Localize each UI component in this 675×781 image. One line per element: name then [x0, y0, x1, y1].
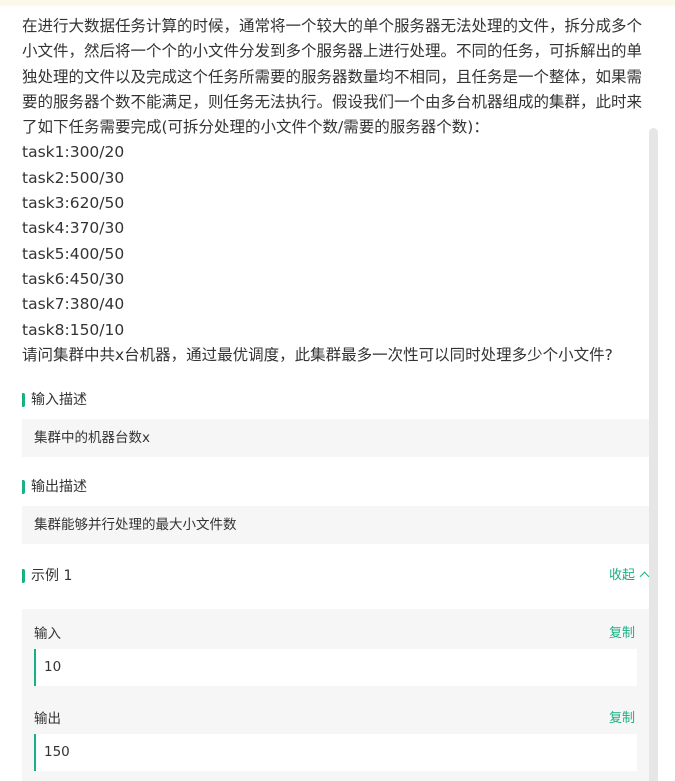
- example-heading: 示例 1: [22, 566, 72, 586]
- input-description-heading: 输入描述: [22, 390, 87, 410]
- example-input-label: 输入: [34, 626, 61, 642]
- example-title: 示例 1: [31, 568, 73, 584]
- problem-question: 请问集群中共x台机器，通过最优调度，此集群最多一次性可以同时处理多少个小文件?: [22, 345, 613, 364]
- section-accent-bar: [22, 393, 25, 407]
- example-output-value: 150: [44, 744, 70, 760]
- scrollbar[interactable]: [649, 128, 658, 781]
- example-input-value: 10: [44, 659, 62, 675]
- copy-input-button[interactable]: 复制: [609, 622, 635, 641]
- output-description-heading: 输出描述: [22, 477, 87, 497]
- input-description-box: 集群中的机器台数x: [22, 419, 649, 457]
- example-panel: 输入 复制 10 输出 复制 150: [22, 609, 649, 781]
- task-line: task6:450/30: [22, 269, 125, 288]
- input-description-text: 集群中的机器台数x: [34, 430, 150, 446]
- output-description-title: 输出描述: [31, 479, 87, 495]
- input-description-title: 输入描述: [31, 392, 87, 408]
- task-line: task3:620/50: [22, 194, 125, 213]
- task-line: task7:380/40: [22, 295, 125, 314]
- top-banner-strip: [0, 0, 675, 6]
- problem-page: 在进行大数据任务计算的时候，通常将一个较大的单个服务器无法处理的文件，拆分成多个…: [0, 0, 675, 781]
- output-description-box: 集群能够并行处理的最大小文件数: [22, 506, 649, 544]
- section-accent-bar: [22, 569, 25, 583]
- chevron-up-icon: [639, 571, 650, 582]
- task-line: task8:150/10: [22, 320, 125, 339]
- copy-output-button[interactable]: 复制: [609, 707, 635, 726]
- example-input-box: 10: [34, 649, 637, 686]
- task-line: task1:300/20: [22, 143, 125, 162]
- collapse-label: 收起: [609, 568, 636, 583]
- task-line: task2:500/30: [22, 168, 125, 187]
- problem-statement: 在进行大数据任务计算的时候，通常将一个较大的单个服务器无法处理的文件，拆分成多个…: [22, 14, 650, 368]
- problem-intro: 在进行大数据任务计算的时候，通常将一个较大的单个服务器无法处理的文件，拆分成多个…: [22, 17, 643, 137]
- collapse-button[interactable]: 收起: [609, 566, 650, 586]
- section-accent-bar: [22, 480, 25, 494]
- task-line: task4:370/30: [22, 219, 125, 238]
- output-description-text: 集群能够并行处理的最大小文件数: [34, 517, 237, 533]
- example-output-box: 150: [34, 734, 637, 771]
- task-line: task5:400/50: [22, 244, 125, 263]
- example-output-label: 输出: [34, 711, 61, 727]
